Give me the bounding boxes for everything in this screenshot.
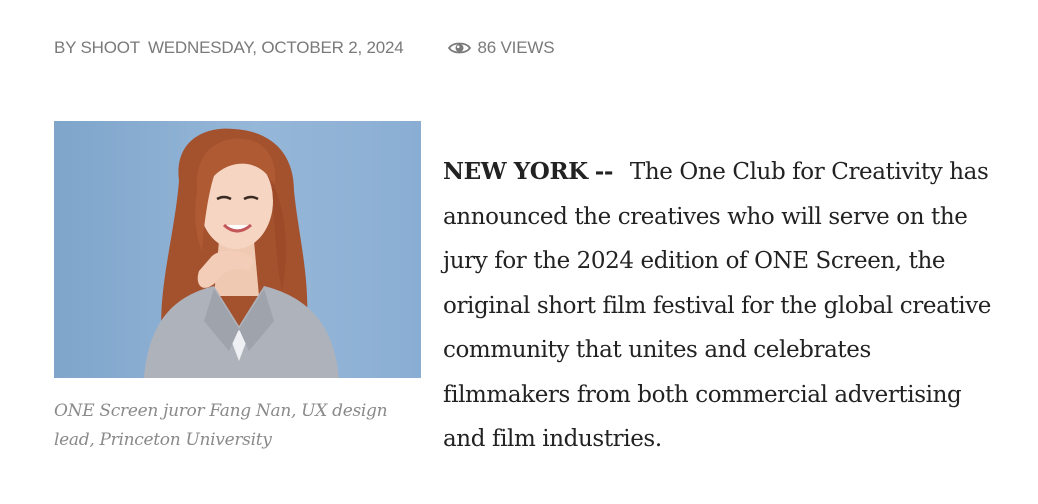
view-count-label: 86 VIEWS: [477, 38, 555, 57]
article-body: NEW YORK -- The One Club for Creativity …: [443, 150, 1003, 462]
dateline: NEW YORK: [443, 158, 588, 185]
eye-icon: [447, 42, 471, 54]
dateline-dash: --: [594, 158, 614, 185]
view-count: 86 VIEWS: [447, 38, 555, 58]
publish-date: WEDNESDAY, OCTOBER 2, 2024: [147, 38, 404, 57]
article-lead-text: The One Club for Creativity has announce…: [443, 159, 992, 452]
photo-caption: ONE Screen juror Fang Nan, UX design lea…: [54, 401, 388, 450]
juror-photo: [54, 121, 421, 378]
author-byline[interactable]: BY SHOOT: [54, 38, 140, 58]
article-meta: BY SHOOT WEDNESDAY, OCTOBER 2, 2024 86 V…: [54, 36, 555, 60]
